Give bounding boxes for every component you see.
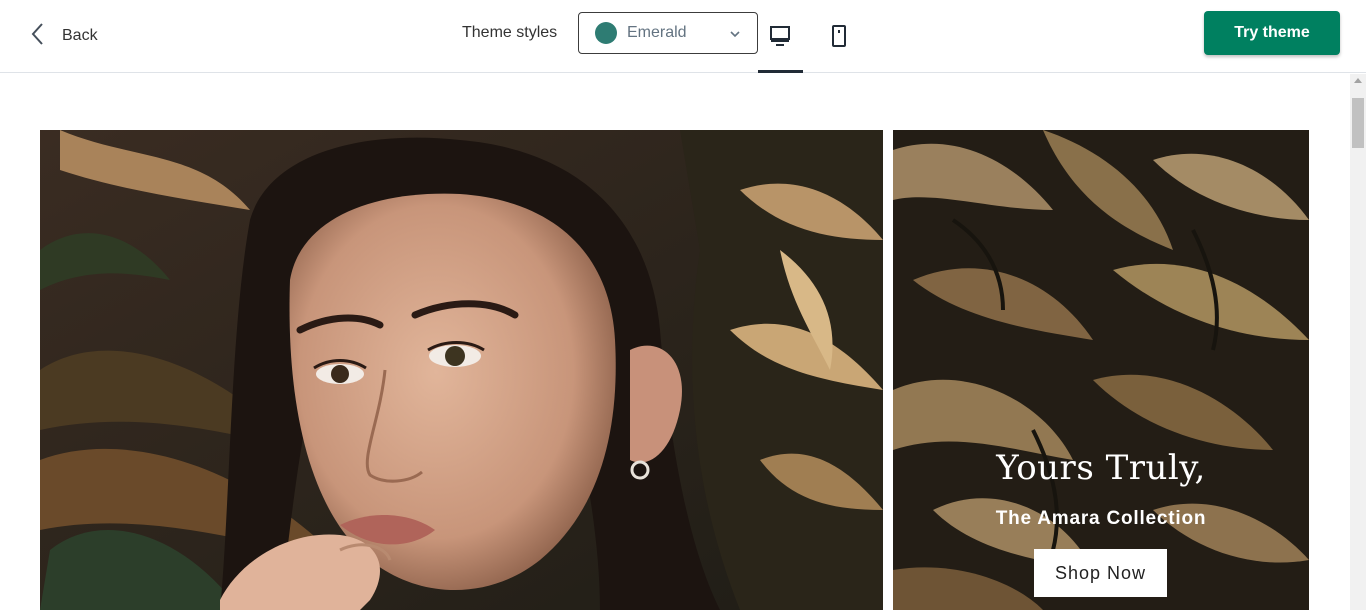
active-device-indicator <box>758 70 803 73</box>
scroll-up-arrow-icon[interactable] <box>1354 78 1362 83</box>
shop-now-button[interactable]: Shop Now <box>1034 549 1167 597</box>
theme-style-value: Emerald <box>627 24 687 41</box>
foliage-photo <box>893 130 1309 610</box>
theme-style-select[interactable]: Emerald <box>578 12 758 54</box>
theme-styles-label: Theme styles <box>462 24 558 41</box>
mobile-view-button[interactable] <box>817 18 861 58</box>
vertical-scrollbar[interactable] <box>1350 74 1366 610</box>
theme-preview: Yours Truly, The Amara Collection Shop N… <box>0 74 1350 610</box>
chevron-down-icon <box>729 27 741 39</box>
desktop-icon <box>768 24 792 53</box>
back-label: Back <box>62 27 98 44</box>
try-theme-button[interactable]: Try theme <box>1204 11 1340 55</box>
side-banner: Yours Truly, The Amara Collection Shop N… <box>893 130 1309 610</box>
portrait-photo <box>40 130 883 610</box>
chevron-left-icon <box>28 20 48 53</box>
top-bar: Back Theme styles Emerald Try theme <box>0 0 1366 73</box>
back-button[interactable]: Back <box>28 18 98 54</box>
banner-title: Yours Truly, <box>996 448 1206 488</box>
scroll-thumb[interactable] <box>1352 98 1364 148</box>
mobile-icon <box>827 24 851 53</box>
hero-image <box>40 130 883 610</box>
color-swatch <box>595 22 617 44</box>
desktop-view-button[interactable] <box>758 18 802 58</box>
banner-subtitle: The Amara Collection <box>995 508 1207 529</box>
